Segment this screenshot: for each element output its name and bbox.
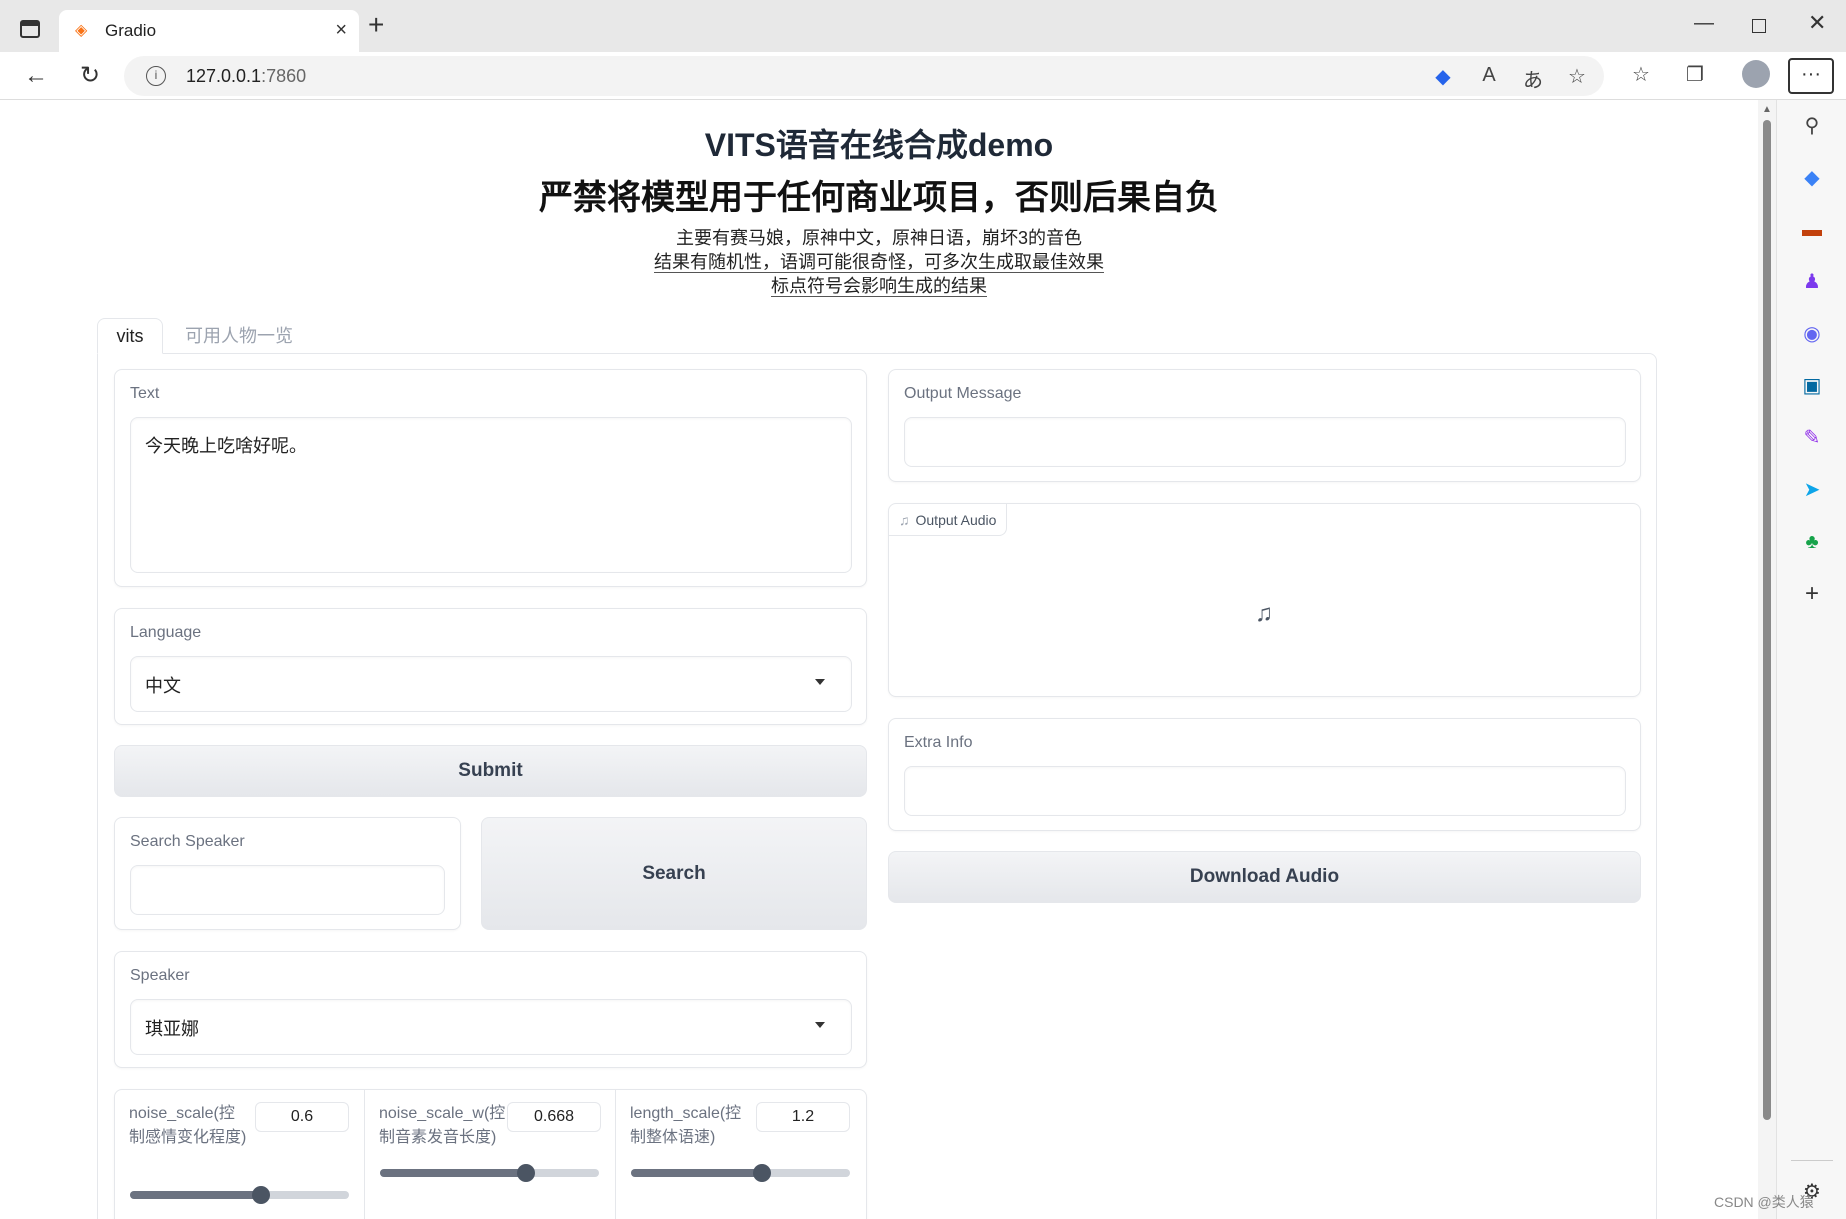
chevron-down-icon [815,1022,825,1028]
games-icon[interactable]: ♟ [1800,270,1824,294]
language-block: Language 中文 [114,608,867,725]
designer-icon[interactable]: ✎ [1800,426,1824,450]
more-icon[interactable]: ··· [1788,58,1834,94]
search-speaker-input[interactable] [130,865,445,915]
page-title: VITS语音在线合成demo [704,127,1054,163]
office-icon[interactable]: ◉ [1800,322,1824,346]
page-warning: 严禁将模型用于任何商业项目，否则后果自负 [539,179,1219,217]
text-label: Text [130,385,160,402]
output-message-field[interactable] [904,417,1626,467]
sidebar-divider [1791,1160,1833,1161]
scroll-thumb[interactable] [1763,120,1771,1120]
back-icon[interactable]: ← [20,60,52,92]
slider-thumb[interactable] [252,1186,271,1204]
search-button[interactable]: Search [481,817,867,930]
close-window-icon[interactable]: ✕ [1808,10,1826,36]
tree-icon[interactable]: ♣ [1800,530,1824,554]
speaker-dropdown[interactable]: 琪亚娜 [130,999,852,1055]
output-audio-label-badge: ♫ Output Audio [889,504,1008,536]
speaker-label: Speaker [130,967,190,984]
output-audio-label: Output Audio [915,512,997,528]
chevron-down-icon [815,679,825,685]
read-aloud-icon[interactable]: A [1476,64,1502,87]
url-text[interactable]: 127.0.0.1:7860 [186,66,306,87]
address-bar: ← ↻ i 127.0.0.1:7860 ◆ A あ ☆ ☆ ❐ ··· [0,52,1846,100]
text-input[interactable]: 今天晚上吃啥好呢。 [130,417,852,573]
language-label: Language [130,624,202,641]
tab-character-list[interactable]: 可用人物一览 [185,318,293,354]
slider-fill [380,1169,527,1177]
text-input-value: 今天晚上吃啥好呢。 [145,436,307,456]
info-icon[interactable]: i [146,66,166,86]
slider-fill [631,1169,763,1177]
slider-track[interactable] [631,1164,850,1182]
shopping-icon[interactable]: ◆ [1800,166,1824,190]
slider-thumb[interactable] [753,1164,772,1182]
speaker-block: Speaker 琪亚娜 [114,951,867,1068]
gradio-page: VITS语音在线合成demo 严禁将模型用于任何商业项目，否则后果自负 主要有赛… [0,100,1758,1219]
new-tab-icon[interactable]: + [368,11,384,39]
extra-info-field[interactable] [904,766,1626,816]
outlook-icon[interactable]: ▣ [1800,374,1824,398]
extra-info-label: Extra Info [904,734,973,751]
text-block: Text 今天晚上吃啥好呢。 [114,369,867,587]
add-icon[interactable]: + [1800,582,1824,606]
favorite-add-icon[interactable]: ☆ [1564,64,1590,89]
download-audio-button[interactable]: Download Audio [888,851,1641,903]
tab-panel: Text 今天晚上吃啥好呢。 Language 中文 Submit Search… [97,353,1657,1219]
translate-icon[interactable]: あ [1520,64,1546,93]
noise-scale-slider: noise_scale(控制感情变化程度) 0.6 [115,1090,365,1219]
slider-thumb[interactable] [517,1164,536,1182]
tab-title: Gradio [105,21,157,40]
noise-scale-w-slider: noise_scale_w(控制音素发音长度) 0.668 [365,1090,616,1219]
slider-track[interactable] [130,1186,349,1204]
shopping-tag-icon[interactable]: ◆ [1430,64,1456,89]
length-scale-slider: length_scale(控制整体语速) 1.2 [616,1090,866,1219]
watermark: CSDN @类人猿 [1714,1194,1814,1210]
browser-sidebar: ⚲ ◆ ▬ ♟ ◉ ▣ ✎ ➤ ♣ + ⚙ [1776,100,1846,1219]
profile-icon[interactable] [1742,60,1770,88]
slider-number-input[interactable]: 0.668 [507,1102,601,1132]
slider-number-input[interactable]: 1.2 [756,1102,850,1132]
slider-row: noise_scale(控制感情变化程度) 0.6 noise_scale_w(… [114,1089,867,1219]
description-line: 结果有随机性，语调可能很奇怪，可多次生成取最佳效果 [654,252,1104,273]
url-field[interactable]: i 127.0.0.1:7860 ◆ A あ ☆ [124,56,1604,96]
minimize-icon[interactable]: — [1694,12,1714,35]
collections-icon[interactable]: ❐ [1682,62,1708,87]
slider-number-input[interactable]: 0.6 [255,1102,349,1132]
output-message-block: Output Message [888,369,1641,482]
send-icon[interactable]: ➤ [1800,478,1824,502]
output-audio-block: ♫ Output Audio ♫ [888,503,1641,697]
reload-icon[interactable]: ↻ [74,60,106,92]
slider-label: noise_scale(控制感情变化程度) [129,1105,247,1146]
language-dropdown[interactable]: 中文 [130,656,852,712]
scroll-up-icon[interactable]: ▲ [1762,104,1772,115]
page-scrollbar[interactable]: ▲ [1758,100,1776,1219]
description-line: 主要有赛马娘，原神中文，原神日语，崩坏3的音色 [675,228,1082,248]
search-speaker-label: Search Speaker [130,833,245,850]
browser-tab-bar: ◈ Gradio × + — ✕ [0,0,1846,52]
search-icon[interactable]: ⚲ [1800,114,1824,138]
music-note-icon: ♫ [1255,600,1273,627]
speaker-value: 琪亚娜 [145,1019,199,1039]
language-value: 中文 [145,676,181,696]
output-message-label: Output Message [904,385,1022,402]
close-tab-icon[interactable]: × [335,19,347,42]
slider-label: noise_scale_w(控制音素发音长度) [379,1105,506,1146]
maximize-icon[interactable] [1752,19,1766,33]
browser-tab[interactable]: ◈ Gradio × [59,10,359,52]
submit-button[interactable]: Submit [114,745,867,797]
slider-label: length_scale(控制整体语速) [630,1105,742,1146]
slider-track[interactable] [380,1164,599,1182]
favorites-icon[interactable]: ☆ [1628,62,1654,87]
search-speaker-block: Search Speaker [114,817,461,930]
tab-actions-icon[interactable] [20,20,40,38]
gradio-favicon-icon: ◈ [75,22,88,39]
tab-vits[interactable]: vits [97,318,163,354]
music-note-icon: ♫ [899,512,910,528]
extra-info-block: Extra Info [888,718,1641,831]
slider-fill [130,1191,262,1199]
tools-icon[interactable]: ▬ [1800,218,1824,242]
description-line: 标点符号会影响生成的结果 [771,276,987,297]
